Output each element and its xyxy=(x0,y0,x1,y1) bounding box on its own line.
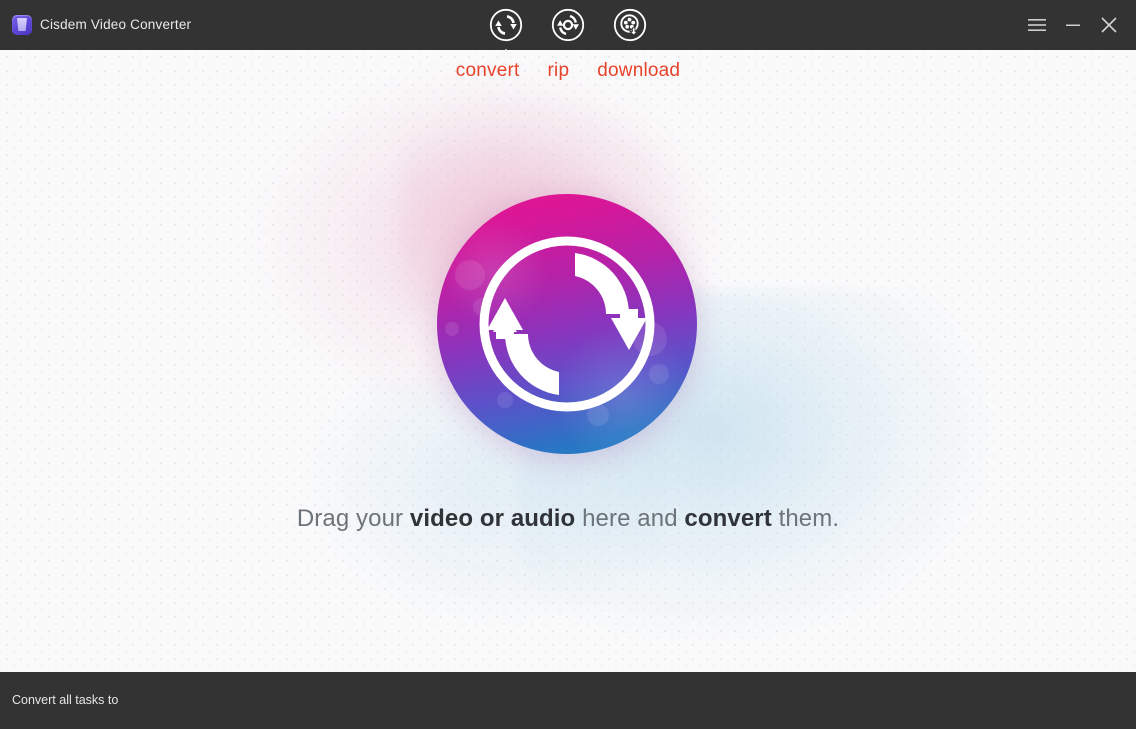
window-title: Cisdem Video Converter xyxy=(40,17,192,32)
drop-hint-bold1: video or audio xyxy=(409,505,576,532)
tab-label-row: convert rip download xyxy=(0,50,1136,90)
minimize-icon xyxy=(1066,24,1080,26)
minimize-button[interactable] xyxy=(1056,8,1090,42)
app-window: Drag your video or audio here and conver… xyxy=(0,0,1136,729)
active-tab-indicator xyxy=(497,49,515,57)
tab-download[interactable] xyxy=(612,7,648,43)
convert-arrows-glyph xyxy=(479,236,655,412)
drop-hint-part2: here and xyxy=(575,505,685,532)
tab-label-convert[interactable]: convert xyxy=(456,61,520,80)
convert-logo[interactable] xyxy=(437,194,697,454)
close-button[interactable] xyxy=(1092,8,1126,42)
convert-icon xyxy=(489,8,523,42)
app-logo-icon xyxy=(12,15,32,35)
window-controls xyxy=(1020,0,1126,50)
drop-area[interactable]: Drag your video or audio here and conver… xyxy=(0,50,1136,672)
close-icon xyxy=(1101,17,1117,33)
menu-button[interactable] xyxy=(1020,8,1054,42)
drop-hint-part1: Drag your xyxy=(296,505,410,532)
tab-label-download[interactable]: download xyxy=(597,61,680,80)
menu-icon xyxy=(1028,19,1046,31)
drop-hint-part3: them. xyxy=(771,505,840,532)
download-film-icon xyxy=(613,8,647,42)
drop-hint-bold2: convert xyxy=(684,505,772,532)
drop-hint-text: Drag your video or audio here and conver… xyxy=(0,505,1136,533)
tab-label-rip[interactable]: rip xyxy=(548,61,570,80)
bottom-toolbar: Convert all tasks to xyxy=(0,672,1136,729)
tab-convert[interactable] xyxy=(488,7,524,57)
convert-all-label: Convert all tasks to xyxy=(12,693,119,707)
rip-disc-icon xyxy=(551,8,585,42)
tab-rip[interactable] xyxy=(550,7,586,43)
